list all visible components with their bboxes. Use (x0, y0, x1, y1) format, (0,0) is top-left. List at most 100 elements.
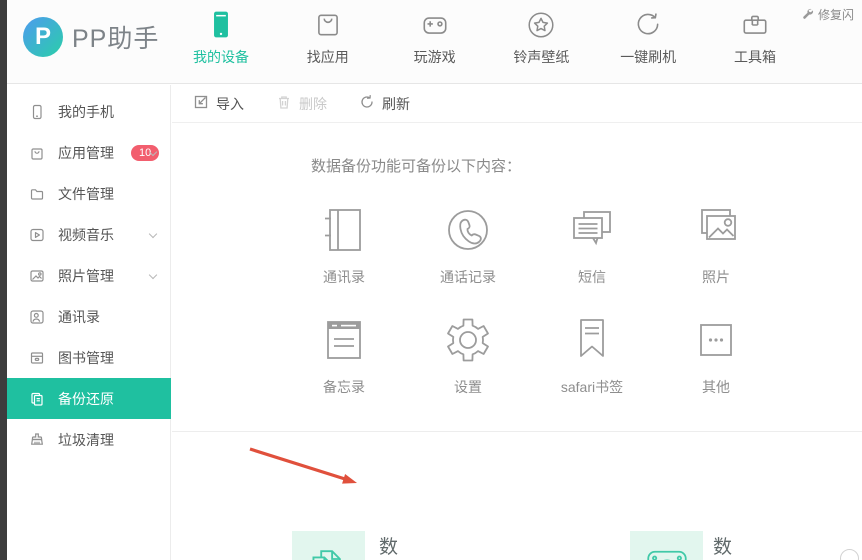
app-header: P PP助手 我的设备 找应用 玩游戏 铃声壁纸 一键刷机 工具箱 修复闪 (7, 0, 862, 84)
chevron-down-icon[interactable] (148, 270, 158, 280)
section-divider (172, 431, 862, 432)
backup-item-settings: 设置 (406, 311, 530, 397)
safari-bookmark-icon (564, 311, 620, 369)
sidebar: 我的手机 应用管理 10 文件管理 视频音乐 照片管理 通讯录 图书管理 备份还… (7, 85, 171, 560)
nav-label: 工具箱 (733, 49, 776, 65)
sidebar-item-label: 图书管理 (58, 349, 114, 366)
backup-item-label: 通话记录 (440, 269, 496, 285)
backup-card-iconbox (292, 531, 365, 560)
chevron-down-icon[interactable] (148, 229, 158, 239)
sidebar-item-label: 照片管理 (58, 267, 114, 284)
import-label: 导入 (216, 95, 244, 112)
nav-label: 玩游戏 (413, 49, 456, 65)
sidebar-item-label: 垃圾清理 (58, 431, 114, 448)
nav-my-device[interactable]: 我的设备 (173, 10, 269, 67)
call-log-icon (440, 201, 496, 259)
app-title: PP助手 (72, 25, 160, 53)
backup-item-label: 照片 (702, 269, 730, 285)
top-nav: 我的设备 找应用 玩游戏 铃声壁纸 一键刷机 工具箱 (173, 10, 803, 67)
clean-icon (29, 432, 45, 448)
nav-label: 铃声壁纸 (513, 49, 570, 65)
sidebar-item-backup-restore[interactable]: 备份还原 (7, 378, 171, 419)
nav-toolbox[interactable]: 工具箱 (707, 10, 803, 67)
sidebar-item-label: 备份还原 (58, 390, 114, 407)
backup-icon (29, 391, 45, 407)
app-bag-icon (29, 145, 45, 161)
backup-item-sms: 短信 (530, 201, 654, 287)
main-panel: 导入 删除 刷新 数据备份功能可备份以下内容： 通讯录 通话记录 短信 照片 备… (172, 85, 862, 560)
sidebar-item-label: 我的手机 (58, 103, 114, 120)
backup-item-call-log: 通话记录 (406, 201, 530, 287)
sidebar-item-app-management[interactable]: 应用管理 10 (7, 132, 170, 173)
pp-logo-icon: P (23, 17, 63, 57)
video-icon (29, 227, 45, 243)
nav-label: 找应用 (306, 49, 349, 65)
backup-item-label: safari书签 (560, 379, 624, 395)
window-left-edge (0, 0, 7, 560)
red-hint-arrow (249, 447, 357, 484)
backup-item-safari-bookmarks: safari书签 (530, 311, 654, 397)
delete-label: 删除 (299, 95, 327, 112)
nav-play-games[interactable]: 玩游戏 (387, 10, 483, 67)
nav-label: 一键刷机 (620, 49, 677, 65)
sidebar-item-label: 应用管理 (58, 144, 114, 161)
books-icon (29, 350, 45, 366)
other-dots-icon (688, 311, 744, 369)
sidebar-item-video-music[interactable]: 视频音乐 (7, 214, 170, 255)
sms-icon (564, 201, 620, 259)
sidebar-item-label: 视频音乐 (58, 226, 114, 243)
nav-find-apps[interactable]: 找应用 (280, 10, 376, 67)
backup-item-contacts: 通讯录 (282, 201, 406, 287)
backup-item-label: 备忘录 (323, 379, 365, 395)
sidebar-item-label: 通讯录 (58, 308, 100, 325)
sidebar-item-my-phone[interactable]: 我的手机 (7, 91, 170, 132)
backup-item-other: 其他 (654, 311, 778, 397)
sidebar-item-book-management[interactable]: 图书管理 (7, 337, 170, 378)
repair-label: 修复闪 (817, 8, 854, 22)
backup-documents-icon (301, 543, 357, 560)
refresh-icon (359, 94, 375, 113)
refresh-label: 刷新 (382, 95, 410, 112)
wrench-icon (801, 7, 814, 23)
photo-icon (29, 268, 45, 284)
device-phone-icon (206, 10, 236, 40)
settings-gear-icon (440, 311, 496, 369)
restore-card-title: 数据恢复 (713, 537, 733, 558)
backup-item-memo: 备忘录 (282, 311, 406, 397)
gamepad-icon (420, 10, 450, 40)
sidebar-item-label: 文件管理 (58, 185, 114, 202)
address-book-icon (316, 201, 372, 259)
nav-one-key-flash[interactable]: 一键刷机 (600, 10, 696, 67)
contacts-icon (29, 309, 45, 325)
restore-card-iconbox (630, 531, 703, 560)
sidebar-item-junk-clean[interactable]: 垃圾清理 (7, 419, 170, 460)
floating-corner-button[interactable] (840, 549, 859, 560)
sidebar-item-contacts[interactable]: 通讯录 (7, 296, 170, 337)
restore-timemachine-icon (640, 543, 694, 560)
backup-content-title: 数据备份功能可备份以下内容： (311, 158, 522, 175)
star-circle-icon (526, 10, 556, 40)
delete-button[interactable]: 删除 (276, 94, 327, 114)
memo-icon (316, 311, 372, 369)
backup-item-label: 通讯录 (323, 269, 365, 285)
nav-ringtone-wallpaper[interactable]: 铃声壁纸 (493, 10, 589, 67)
shopping-bag-icon (313, 10, 343, 40)
backup-item-label: 设置 (454, 379, 482, 395)
sidebar-item-file-management[interactable]: 文件管理 (7, 173, 170, 214)
backup-items-grid: 通讯录 通话记录 短信 照片 备忘录 设置 safari书签 其他 (282, 201, 778, 397)
trash-icon (276, 94, 292, 113)
import-icon (193, 94, 209, 113)
app-logo: P PP助手 (23, 17, 159, 57)
refresh-circle-icon (633, 10, 663, 40)
photos-icon (688, 201, 744, 259)
backup-card-title: 数据备份 (379, 537, 399, 558)
phone-icon (29, 104, 45, 120)
folder-icon (29, 186, 45, 202)
refresh-button[interactable]: 刷新 (359, 94, 410, 114)
sidebar-item-photo-management[interactable]: 照片管理 (7, 255, 170, 296)
repair-crash-link[interactable]: 修复闪 (801, 6, 854, 23)
backup-item-label: 其他 (702, 379, 730, 395)
import-button[interactable]: 导入 (193, 94, 244, 114)
toolbar: 导入 删除 刷新 (172, 85, 862, 123)
backup-item-photos: 照片 (654, 201, 778, 287)
